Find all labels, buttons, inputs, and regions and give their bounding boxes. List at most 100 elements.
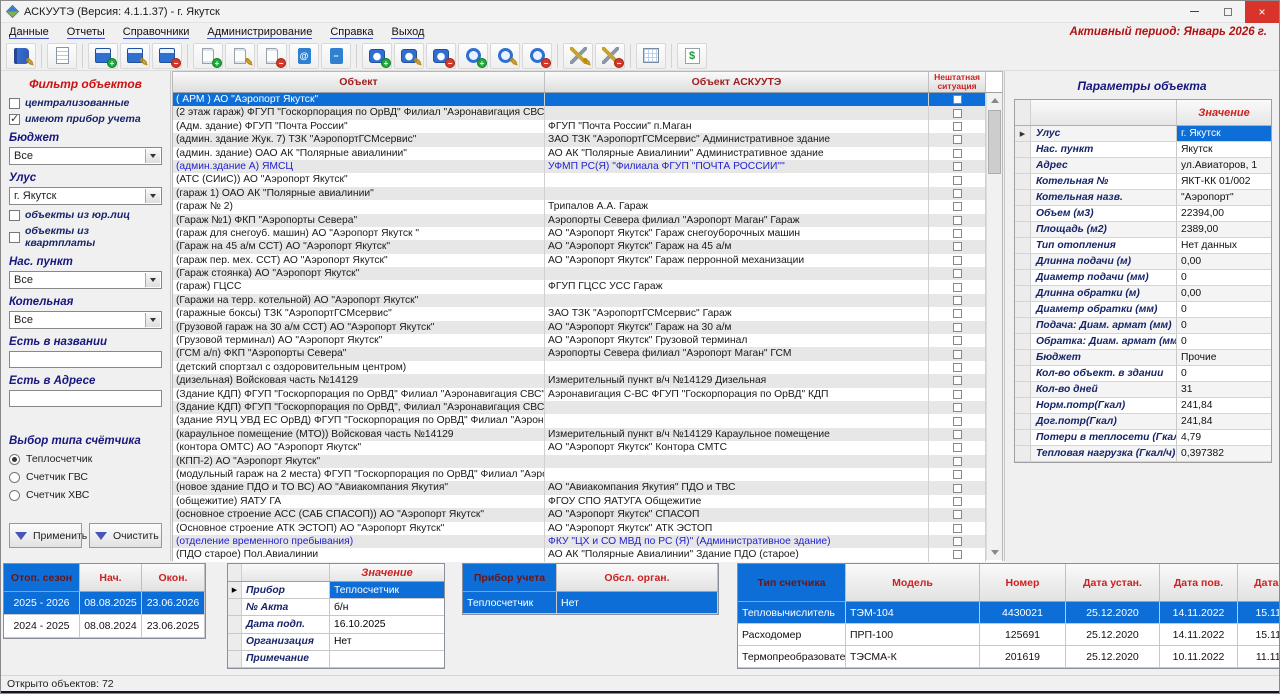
jur-checkbox-row[interactable]: объекты из юр.лиц xyxy=(9,209,162,221)
counter-next-cell[interactable]: 15.11.20 xyxy=(1238,602,1279,623)
emergency-checkbox[interactable] xyxy=(953,497,962,506)
object-row[interactable]: (админ. здание Жук. 7) ТЗК "АэропортГСМс… xyxy=(173,133,1002,146)
counter-check-cell[interactable]: 14.11.2022 xyxy=(1160,624,1238,645)
meter-type-radio[interactable]: Теплосчетчик xyxy=(9,453,162,465)
object-row[interactable]: (основное строение АСС (САБ СПАСОП)) АО … xyxy=(173,508,1002,521)
act-value[interactable]: 16.10.2025 xyxy=(330,616,444,632)
object-row[interactable]: (контора ОМТС) АО "Аэропорт Якутск" АО "… xyxy=(173,441,1002,454)
add-document-button[interactable]: + xyxy=(193,43,223,69)
menu-item[interactable]: Администрирование xyxy=(207,26,312,39)
counter-type-cell[interactable]: Тепловычислитель xyxy=(738,602,846,623)
askuute-name-cell[interactable] xyxy=(545,106,929,119)
object-row[interactable]: (Здание КДП) ФГУП "Госкорпорация по ОрВД… xyxy=(173,401,1002,414)
object-name-cell[interactable]: (Гараж стоянка) АО "Аэропорт Якутск" xyxy=(173,267,545,280)
column-header-object[interactable]: Объект xyxy=(173,72,545,92)
season-cell[interactable]: 2025 - 2026 xyxy=(4,592,80,614)
counter-number-cell[interactable]: 4430021 xyxy=(980,602,1066,623)
emergency-cell[interactable] xyxy=(929,267,986,280)
address-filter-input[interactable] xyxy=(9,390,162,407)
counter-type-header[interactable]: Тип счетчика xyxy=(738,564,846,602)
chevron-down-icon[interactable] xyxy=(145,189,160,203)
param-row[interactable]: Кол-во объект. в здании 0 xyxy=(1015,366,1271,382)
emergency-checkbox[interactable] xyxy=(953,216,962,225)
askuute-name-cell[interactable]: АО "Аэропорт Якутск" Грузовой терминал xyxy=(545,334,929,347)
object-row[interactable]: (Здание КДП) ФГУП "Госкорпорация по ОрВД… xyxy=(173,388,1002,401)
object-name-cell[interactable]: (детский спортзал с оздоровительным цент… xyxy=(173,361,545,374)
act-row[interactable]: Примечание xyxy=(228,651,444,668)
object-row[interactable]: (2 этаж гараж) ФГУП "Госкорпорация по Ор… xyxy=(173,106,1002,119)
param-value[interactable]: 0 xyxy=(1177,270,1271,285)
object-row[interactable]: (караульное помещение (МТО)) Войсковая ч… xyxy=(173,428,1002,441)
season-start-cell[interactable]: 08.08.2024 xyxy=(80,615,142,637)
object-name-cell[interactable]: (ГСМ а/п) ФКП "Аэропорты Севера" xyxy=(173,347,545,360)
object-row[interactable]: (гараж пер. мех. ССТ) АО "Аэропорт Якутс… xyxy=(173,254,1002,267)
param-value[interactable]: ЯКТ-КК 01/002 xyxy=(1177,174,1271,189)
counter-row[interactable]: Расходомер ПРП-100 125691 25.12.2020 14.… xyxy=(738,624,1279,646)
kvart-checkbox[interactable] xyxy=(9,232,20,243)
param-value[interactable]: Нет данных xyxy=(1177,238,1271,253)
emergency-checkbox[interactable] xyxy=(953,189,962,198)
object-name-cell[interactable]: (контора ОМТС) АО "Аэропорт Якутск" xyxy=(173,441,545,454)
object-name-cell[interactable]: (Гаражи на терр. котельной) АО "Аэропорт… xyxy=(173,294,545,307)
param-row[interactable]: Дог.потр(Гкал) 241,84 xyxy=(1015,414,1271,430)
emergency-checkbox[interactable] xyxy=(953,309,962,318)
askuute-name-cell[interactable]: АО АК "Полярные Авиалинии" Здание ПДО (с… xyxy=(545,548,929,561)
column-header-askuute[interactable]: Объект АСКУУТЭ xyxy=(545,72,929,92)
org-column-header[interactable]: Обсл. орган. xyxy=(557,564,718,592)
name-filter-input[interactable] xyxy=(9,351,162,368)
object-name-cell[interactable]: (админ. здание Жук. 7) ТЗК "АэропортГСМс… xyxy=(173,133,545,146)
number-header[interactable]: Номер xyxy=(980,564,1066,602)
emergency-cell[interactable] xyxy=(929,307,986,320)
object-row[interactable]: (Гаражи на терр. котельной) АО "Аэропорт… xyxy=(173,294,1002,307)
vertical-scrollbar[interactable] xyxy=(986,93,1002,560)
param-value[interactable]: "Аэропорт" xyxy=(1177,190,1271,205)
season-row[interactable]: 2025 - 2026 08.08.2025 23.06.2026 xyxy=(4,592,205,615)
object-name-cell[interactable]: (гараж 1) ОАО АК "Полярные авиалинии" xyxy=(173,187,545,200)
emergency-checkbox[interactable] xyxy=(953,256,962,265)
counter-type-cell[interactable]: Термопреобразователь xyxy=(738,646,846,667)
delete-meter-button[interactable]: − xyxy=(426,43,456,69)
askuute-name-cell[interactable]: УФМП РС(Я) "Филиала ФГУП "ПОЧТА РОССИИ"" xyxy=(545,160,929,173)
object-name-cell[interactable]: (2 этаж гараж) ФГУП "Госкорпорация по Ор… xyxy=(173,106,545,119)
emergency-checkbox[interactable] xyxy=(953,323,962,332)
meter-org-row[interactable]: Теплосчетчик Нет xyxy=(463,592,718,614)
model-header[interactable]: Модель xyxy=(846,564,980,602)
radio-icon[interactable] xyxy=(9,490,20,501)
emergency-cell[interactable] xyxy=(929,414,986,427)
param-row[interactable]: Диаметр обратки (мм) 0 xyxy=(1015,302,1271,318)
param-value[interactable]: г. Якутск xyxy=(1177,126,1271,141)
askuute-name-cell[interactable]: АО "Аэропорт Якутск" Контора СМТС xyxy=(545,441,929,454)
param-value[interactable]: 0 xyxy=(1177,302,1271,317)
counter-model-cell[interactable]: ПРП-100 xyxy=(846,624,980,645)
object-row[interactable]: (дизельная) Войсковая часть №14129 Измер… xyxy=(173,374,1002,387)
askuute-name-cell[interactable] xyxy=(545,267,929,280)
budget-select[interactable]: Все xyxy=(9,147,162,165)
meter-org-cell[interactable]: Нет xyxy=(557,592,718,613)
season-end-cell[interactable]: 23.06.2025 xyxy=(142,615,205,637)
object-row[interactable]: (админ.здание А) ЯМСЦ УФМП РС(Я) "Филиал… xyxy=(173,160,1002,173)
counter-next-cell[interactable]: 11.11.20 xyxy=(1238,646,1279,667)
object-name-cell[interactable]: (админ. здание) ОАО АК "Полярные авиалин… xyxy=(173,147,545,160)
param-row[interactable]: Бюджет Прочие xyxy=(1015,350,1271,366)
season-start-cell[interactable]: 08.08.2025 xyxy=(80,592,142,614)
object-row[interactable]: (Гараж стоянка) АО "Аэропорт Якутск" xyxy=(173,267,1002,280)
emergency-cell[interactable] xyxy=(929,334,986,347)
centralized-checkbox[interactable] xyxy=(9,98,20,109)
emergency-cell[interactable] xyxy=(929,160,986,173)
emergency-checkbox[interactable] xyxy=(953,484,962,493)
meter-type-radio[interactable]: Счетчик ХВС xyxy=(9,489,162,501)
object-row[interactable]: (общежитие) ЯАТУ ГА ФГОУ СПО ЯАТУГА Обще… xyxy=(173,495,1002,508)
emergency-checkbox[interactable] xyxy=(953,457,962,466)
emergency-checkbox[interactable] xyxy=(953,443,962,452)
param-row[interactable]: Длинна подачи (м) 0,00 xyxy=(1015,254,1271,270)
emergency-checkbox[interactable] xyxy=(953,510,962,519)
emergency-checkbox[interactable] xyxy=(953,376,962,385)
counter-model-cell[interactable]: ТЭМ-104 xyxy=(846,602,980,623)
object-name-cell[interactable]: (Грузовой терминал) АО "Аэропорт Якутск" xyxy=(173,334,545,347)
emergency-cell[interactable] xyxy=(929,93,986,106)
object-name-cell[interactable]: (гараж № 2) xyxy=(173,200,545,213)
emergency-cell[interactable] xyxy=(929,106,986,119)
jur-checkbox[interactable] xyxy=(9,210,20,221)
askuute-name-cell[interactable]: Аэронавигация С-ВС ФГУП "Госкорпорация п… xyxy=(545,388,929,401)
emergency-cell[interactable] xyxy=(929,535,986,548)
